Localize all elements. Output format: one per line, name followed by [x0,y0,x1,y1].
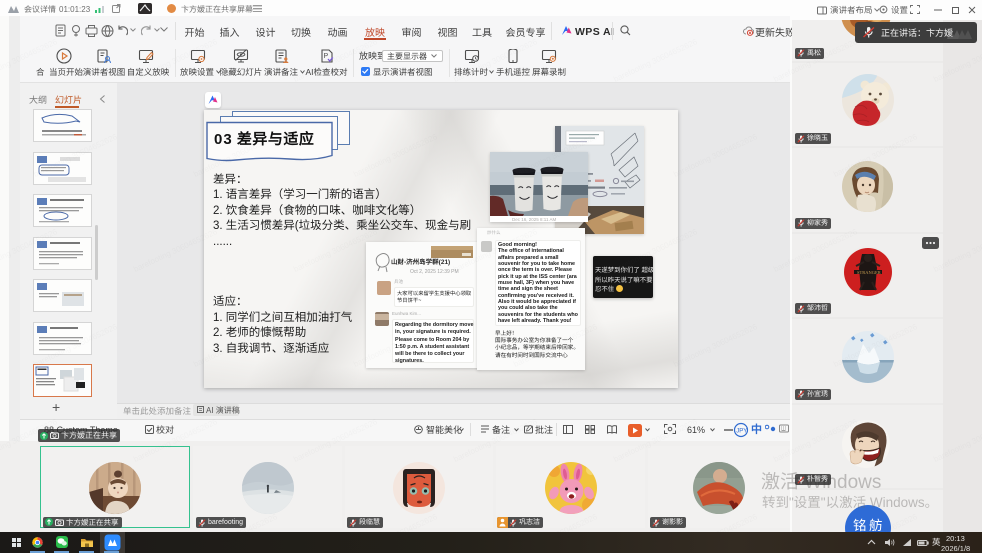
svg-text:P: P [324,53,329,60]
svg-text:STRANGER: STRANGER [857,270,881,275]
svg-text:JPY: JPY [736,429,747,435]
